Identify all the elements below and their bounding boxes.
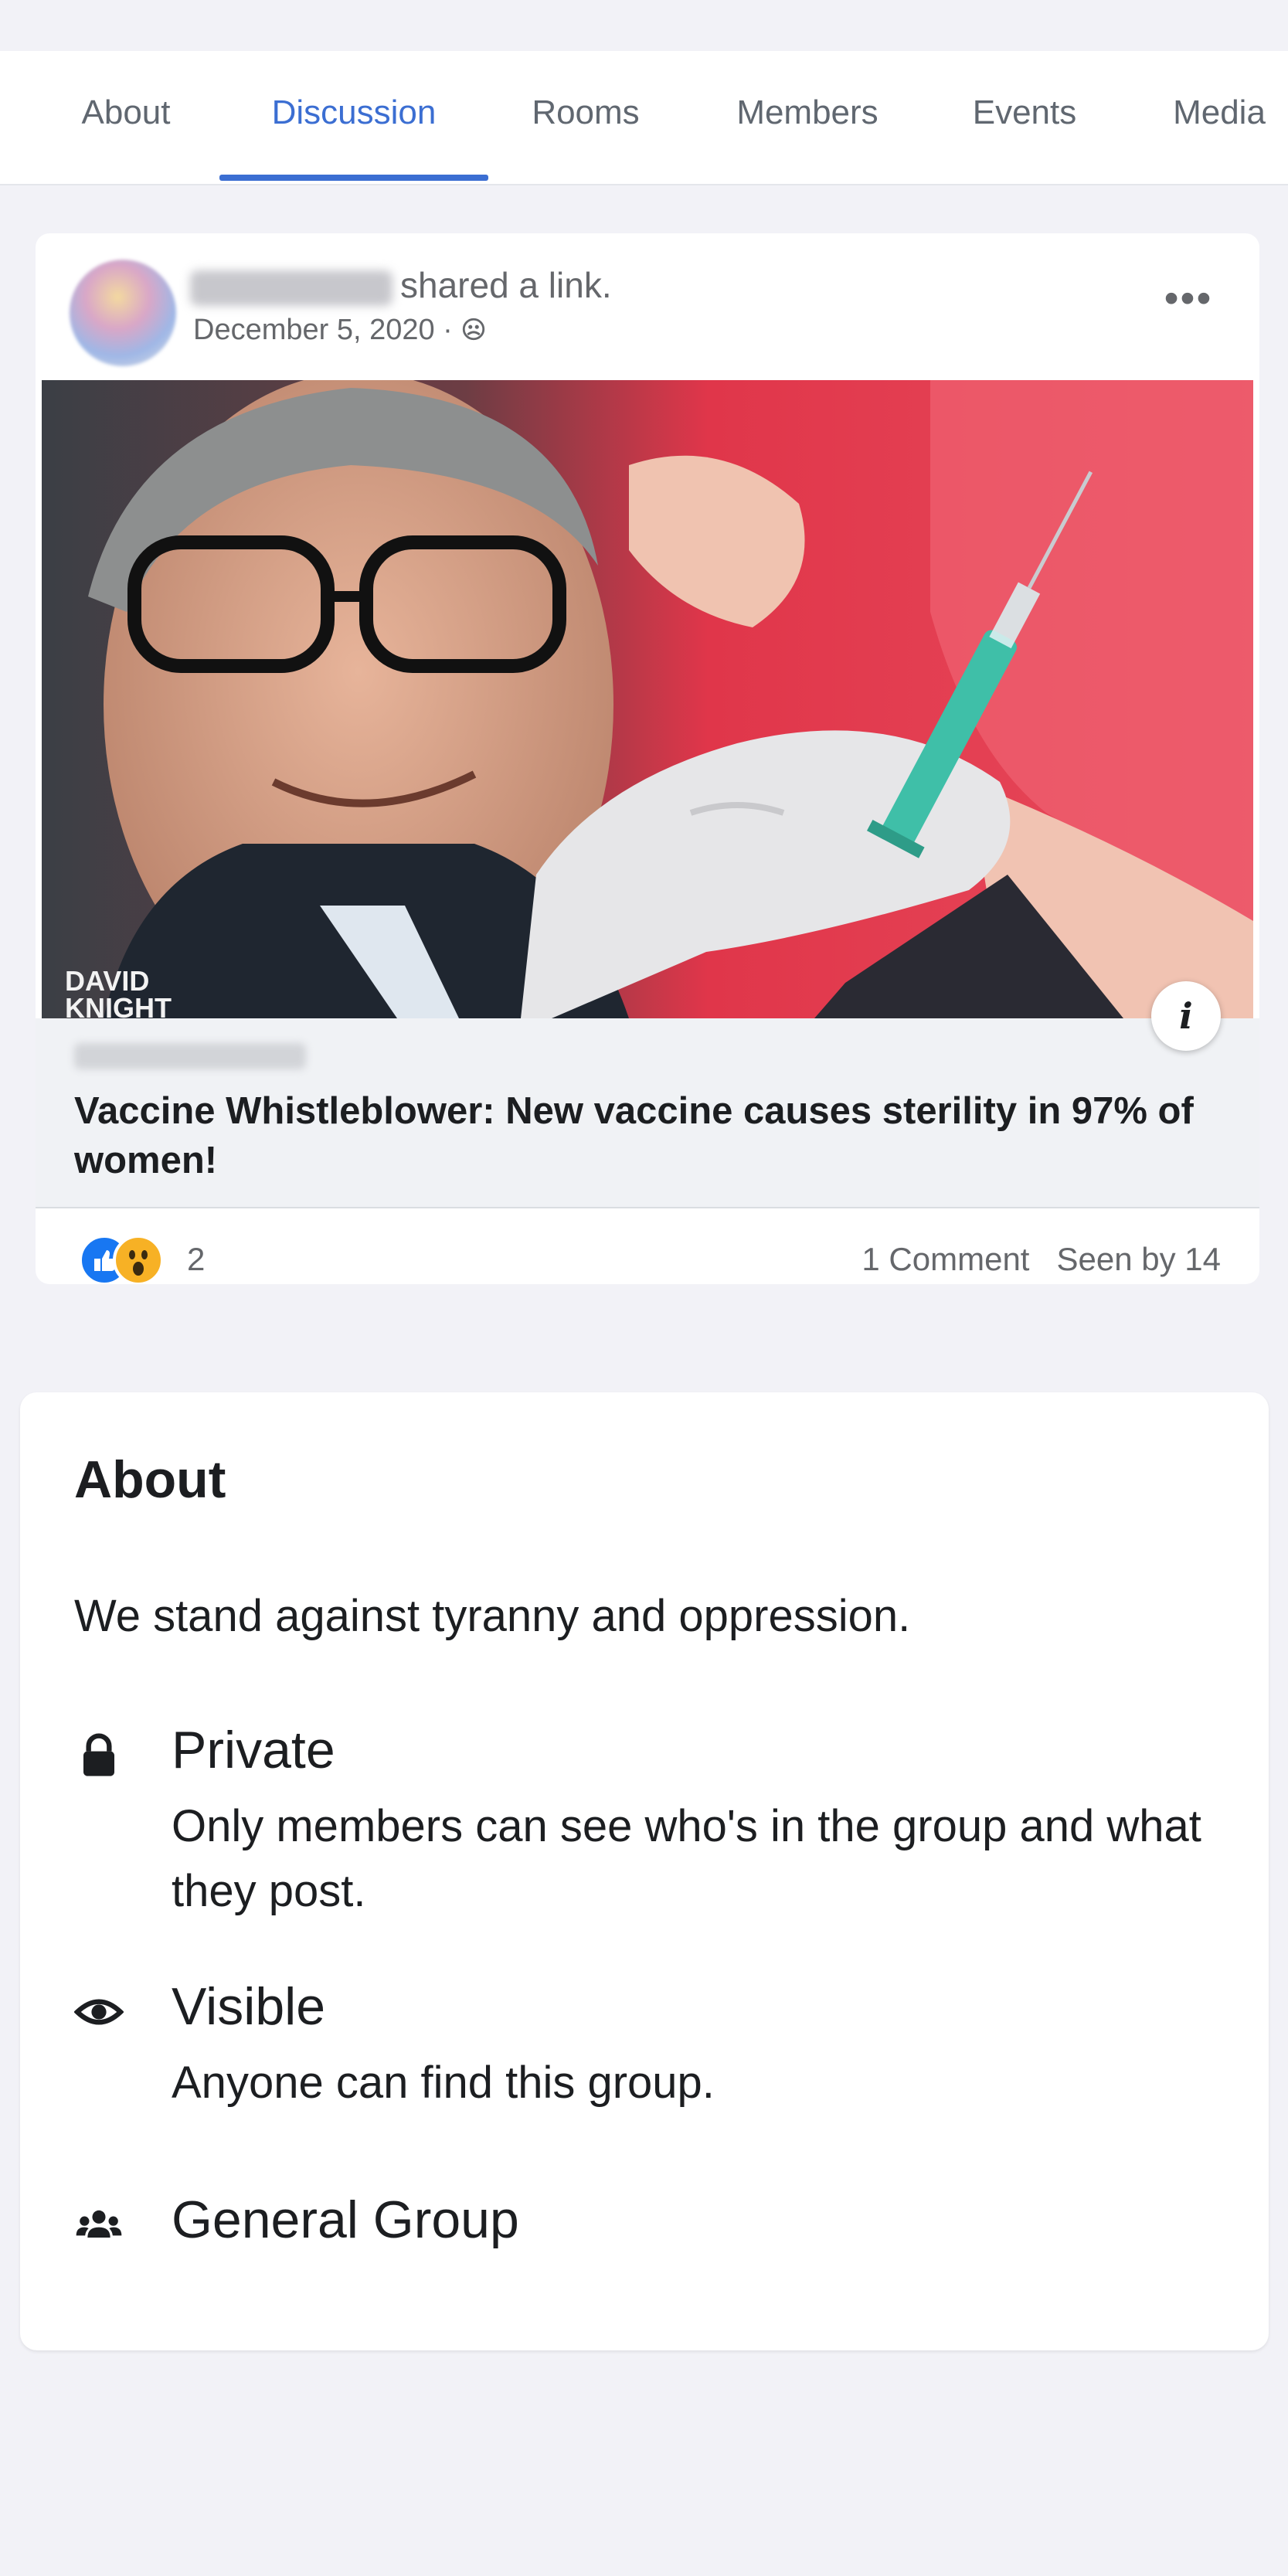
tab-about[interactable]: About — [45, 51, 207, 184]
seen-by-count[interactable]: Seen by 14 — [1056, 1241, 1221, 1277]
visibility-subtitle: Anyone can find this group. — [172, 2058, 715, 2108]
watermark-text-2: KNIGHT — [65, 992, 172, 1018]
active-tab-indicator — [219, 175, 488, 181]
about-heading: About — [74, 1450, 226, 1509]
link-image-illustration: DAVID KNIGHT — [42, 380, 1253, 1018]
group-tab-bar: About Discussion Rooms Members Events Me… — [0, 51, 1288, 185]
ad-info-button[interactable]: i — [1151, 981, 1221, 1051]
group-type-title: General Group — [172, 2190, 519, 2249]
about-description: We stand against tyranny and oppression. — [74, 1591, 911, 1641]
link-domain-redacted — [74, 1043, 306, 1069]
post-action-text: shared a link. — [400, 265, 612, 305]
tab-rooms[interactable]: Rooms — [510, 51, 661, 184]
privacy-subtitle: Only members can see who's in the group … — [172, 1801, 1201, 1916]
tab-discussion[interactable]: Discussion — [219, 51, 488, 184]
wow-reaction-icon[interactable] — [113, 1235, 164, 1284]
about-card: About We stand against tyranny and oppre… — [20, 1392, 1269, 2350]
people-icon — [76, 2210, 122, 2238]
link-preview-image[interactable]: DAVID KNIGHT — [42, 380, 1253, 1018]
lock-icon — [83, 1733, 114, 1776]
post-date: December 5, 2020 · — [193, 314, 453, 346]
tab-media[interactable]: Media — [1150, 51, 1288, 184]
tab-members[interactable]: Members — [711, 51, 904, 184]
reaction-count[interactable]: 2 — [187, 1241, 205, 1278]
post-stats-bar: 2 1 Comment Seen by 14 — [36, 1208, 1259, 1284]
more-options-button[interactable]: ••• — [1150, 277, 1227, 331]
members-icon — [463, 318, 485, 341]
post-meta: December 5, 2020 · — [193, 314, 487, 347]
link-title[interactable]: Vaccine Whistleblower: New vaccine cause… — [74, 1086, 1218, 1185]
post-card: shared a link. December 5, 2020 · ••• DA… — [36, 233, 1259, 1284]
link-preview-footer[interactable]: Vaccine Whistleblower: New vaccine cause… — [36, 1018, 1259, 1208]
author-name-redacted[interactable] — [190, 270, 393, 306]
comments-count[interactable]: 1 Comment — [861, 1241, 1029, 1277]
visibility-title: Visible — [172, 1977, 326, 2036]
comments-and-seen: 1 Comment Seen by 14 — [861, 1241, 1221, 1278]
privacy-title: Private — [172, 1721, 335, 1779]
tab-events[interactable]: Events — [950, 51, 1099, 184]
wow-face-icon — [129, 1250, 148, 1276]
eye-icon — [74, 1999, 124, 2025]
author-avatar[interactable] — [70, 260, 176, 366]
